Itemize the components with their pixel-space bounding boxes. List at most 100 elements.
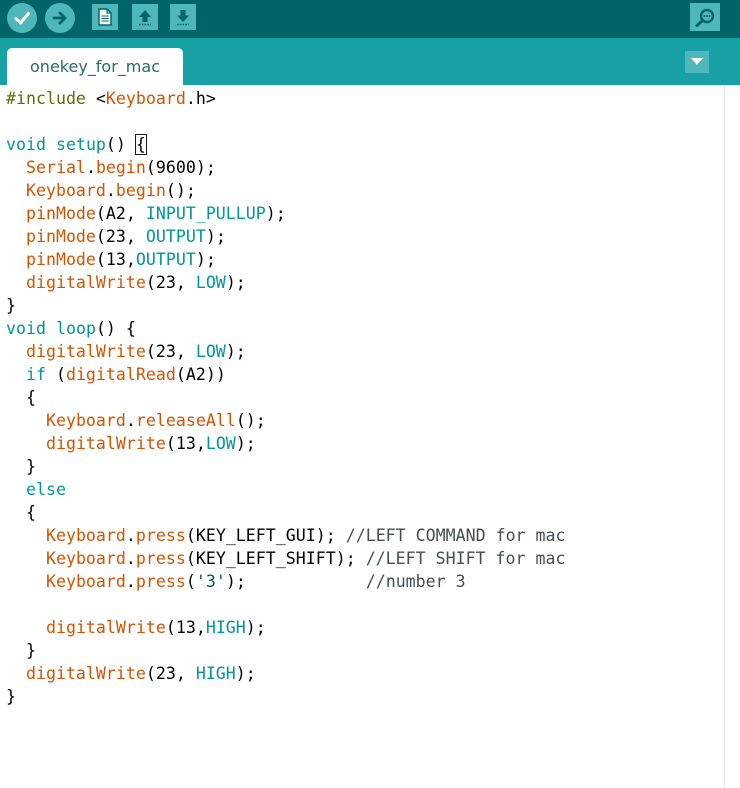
toolbar xyxy=(0,0,740,38)
code-token: digitalWrite xyxy=(25,664,146,683)
code-token: void xyxy=(6,135,46,154)
code-token: } xyxy=(6,687,16,706)
code-token: } xyxy=(6,641,36,660)
code-token: INPUT_PULLUP xyxy=(145,204,266,223)
code-token: ( xyxy=(45,365,66,384)
code-token: Keyboard xyxy=(45,411,126,430)
code-token: //LEFT SHIFT for mac xyxy=(365,549,566,568)
code-line: else xyxy=(6,478,566,501)
code-token: ); xyxy=(235,434,256,453)
code-token: ); xyxy=(235,664,256,683)
code-line: } xyxy=(6,294,566,317)
code-token: (23, xyxy=(145,342,196,361)
open-arrow-up-icon xyxy=(139,10,151,26)
tab-menu-button[interactable] xyxy=(685,51,709,73)
code-token: . xyxy=(125,549,136,568)
code-token: () xyxy=(105,135,136,154)
tab-label: onekey_for_mac xyxy=(30,57,160,76)
code-token: ); xyxy=(245,618,266,637)
code-token: . xyxy=(125,572,136,591)
code-token: Keyboard xyxy=(45,549,126,568)
code-line: digitalWrite(13,HIGH); xyxy=(6,616,566,639)
code-token: ); xyxy=(225,273,246,292)
code-token: digitalRead xyxy=(65,365,176,384)
code-token: press xyxy=(135,572,186,591)
serial-monitor-button[interactable] xyxy=(690,3,720,31)
code-token: else xyxy=(25,480,66,499)
code-token: ); xyxy=(225,342,246,361)
code-token: digitalWrite xyxy=(25,273,146,292)
code-token: press xyxy=(135,526,186,545)
code-token: press xyxy=(135,549,186,568)
code-line: Keyboard.begin(); xyxy=(6,179,566,202)
code-token: ); xyxy=(225,572,366,591)
code-line: } xyxy=(6,685,566,708)
code-token: begin xyxy=(115,181,166,200)
checkmark-icon xyxy=(14,12,30,25)
save-arrow-down-icon xyxy=(177,10,189,26)
code-token: (A2)) xyxy=(175,365,226,384)
code-token: () { xyxy=(95,319,136,338)
code-line: Keyboard.press('3'); //number 3 xyxy=(6,570,566,593)
tab-onekey-for-mac[interactable]: onekey_for_mac xyxy=(7,48,183,85)
code-token: ); xyxy=(205,227,226,246)
code-line: pinMode(23, OUTPUT); xyxy=(6,225,566,248)
code-token: Serial xyxy=(25,158,86,177)
code-token: digitalWrite xyxy=(45,434,166,453)
code-token: Keyboard xyxy=(45,526,126,545)
code-token: . xyxy=(105,181,116,200)
code-line: #include <Keyboard.h> xyxy=(6,87,566,110)
new-file-icon xyxy=(98,8,112,26)
vertical-scrollbar[interactable] xyxy=(724,85,740,788)
tab-bar: onekey_for_mac xyxy=(0,38,740,85)
code-token: (KEY_LEFT_SHIFT); xyxy=(185,549,366,568)
save-button[interactable] xyxy=(170,4,196,30)
code-token: pinMode xyxy=(25,227,96,246)
code-line: } xyxy=(6,639,566,662)
code-line: { xyxy=(6,386,566,409)
triangle-down-icon xyxy=(691,58,703,65)
upload-button[interactable] xyxy=(45,3,75,33)
code-token: begin xyxy=(95,158,146,177)
code-token: (13, xyxy=(165,434,206,453)
code-line: digitalWrite(23, LOW); xyxy=(6,271,566,294)
verify-button[interactable] xyxy=(7,3,37,33)
code-line: { xyxy=(6,501,566,524)
open-button[interactable] xyxy=(132,4,158,30)
code-token: #include xyxy=(6,89,86,108)
new-button[interactable] xyxy=(92,4,118,30)
code-line: void setup() { xyxy=(6,133,566,156)
code-line: digitalWrite(23, HIGH); xyxy=(6,662,566,685)
code-line: ​ xyxy=(6,593,566,616)
code-token: { xyxy=(6,388,36,407)
code-token: (9600); xyxy=(145,158,216,177)
code-token: pinMode xyxy=(25,204,96,223)
code-token: . xyxy=(125,526,136,545)
code-token: (23, xyxy=(145,664,196,683)
code-token: ( xyxy=(185,572,196,591)
code-line: if (digitalRead(A2)) xyxy=(6,363,566,386)
code-area[interactable]: #include <Keyboard.h>​void setup() { Ser… xyxy=(6,87,566,708)
code-token: loop xyxy=(55,319,96,338)
code-token: releaseAll xyxy=(135,411,236,430)
text-cursor-bracket: { xyxy=(134,134,147,155)
code-editor[interactable]: #include <Keyboard.h>​void setup() { Ser… xyxy=(0,85,724,788)
code-token: .h> xyxy=(185,89,216,108)
code-token: Keyboard xyxy=(105,89,186,108)
code-token: Keyboard xyxy=(25,181,106,200)
code-line: Serial.begin(9600); xyxy=(6,156,566,179)
code-token: (); xyxy=(235,411,266,430)
code-token: < xyxy=(85,89,106,108)
code-token: (23, xyxy=(95,227,146,246)
